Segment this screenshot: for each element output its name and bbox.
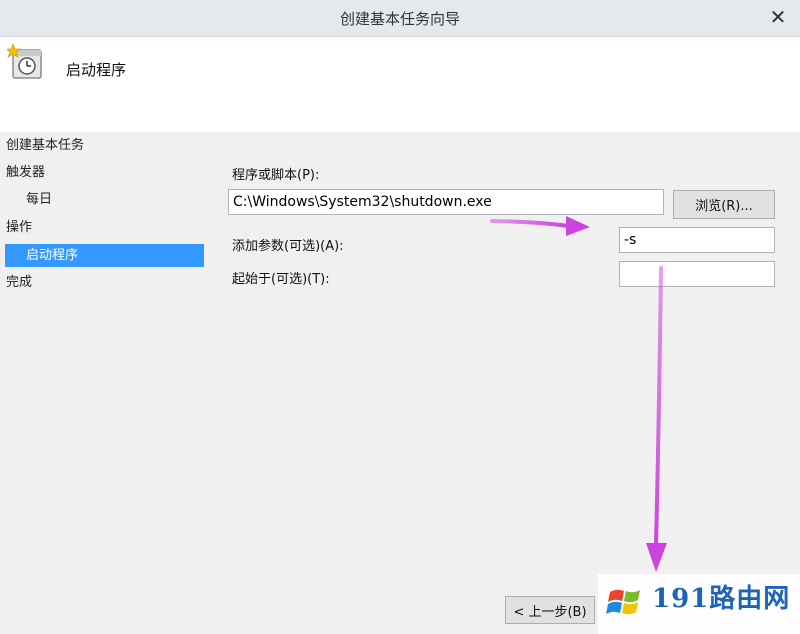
task-scheduler-icon <box>7 43 42 79</box>
sidebar-item-trigger: 触发器 <box>6 165 46 180</box>
window-title: 创建基本任务向导 <box>339 10 460 28</box>
wizard-window: 创建基本任务向导 ✕ 启动程序 创建基本任务 触发器 每日 操作 启动程序 完成… <box>0 0 800 634</box>
program-path-input[interactable] <box>228 189 664 215</box>
arguments-label: 添加参数(可选)(A): <box>232 239 344 254</box>
watermark-text: 191路由网 <box>652 584 791 614</box>
watermark: 191路由网 <box>598 574 800 634</box>
close-icon[interactable]: ✕ <box>768 7 788 27</box>
sidebar-item-label: 启动程序 <box>26 248 79 263</box>
start-in-input[interactable] <box>619 261 775 287</box>
arguments-input[interactable] <box>619 227 775 253</box>
back-button[interactable]: < 上一步(B) <box>505 596 595 624</box>
browse-button[interactable]: 浏览(R)... <box>673 190 775 219</box>
sidebar-item-start-program: 启动程序 <box>5 244 204 267</box>
wizard-header: 启动程序 <box>0 37 800 132</box>
program-label: 程序或脚本(P): <box>232 168 320 183</box>
sidebar-item-daily: 每日 <box>26 192 53 207</box>
wizard-steps-sidebar: 创建基本任务 触发器 每日 操作 启动程序 完成 <box>0 132 212 634</box>
sidebar-item-action: 操作 <box>6 220 33 235</box>
sidebar-heading: 创建基本任务 <box>6 138 85 153</box>
start-in-label: 起始于(可选)(T): <box>232 272 330 287</box>
page-title: 启动程序 <box>66 61 127 79</box>
sidebar-item-finish: 完成 <box>6 275 33 290</box>
windows-logo-icon <box>606 589 640 615</box>
title-bar: 创建基本任务向导 ✕ <box>0 0 800 37</box>
